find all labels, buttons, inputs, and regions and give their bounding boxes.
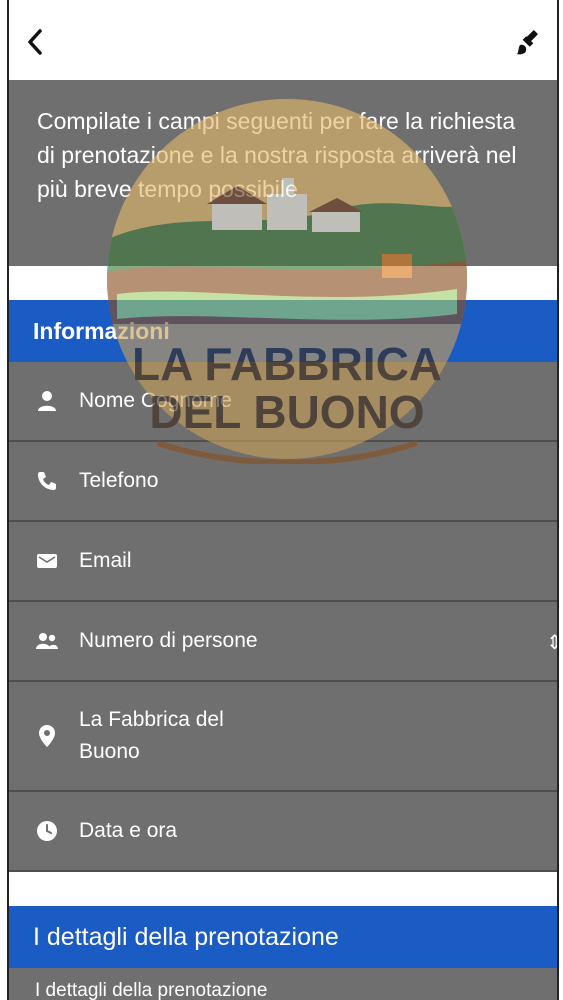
datetime-label: Data e ora (79, 819, 178, 842)
details-textarea[interactable]: I dettagli della prenotazione (9, 968, 557, 1000)
intro-banner: Compilate i campi seguenti per fare la r… (9, 80, 557, 266)
brush-icon (517, 30, 538, 55)
location-field[interactable]: La Fabbrica del Buono (9, 682, 557, 792)
people-count-field[interactable]: Numero di persone ⇕ (9, 602, 557, 682)
top-bar (9, 0, 557, 80)
spacer (9, 266, 557, 302)
people-count-label: Numero di persone (79, 629, 258, 652)
datetime-field[interactable]: Data e ora (9, 792, 557, 872)
stepper-icon[interactable]: ⇕ (546, 630, 557, 655)
details-placeholder: I dettagli della prenotazione (35, 980, 268, 1000)
phone-field[interactable]: Telefono (9, 442, 557, 522)
email-field-label: Email (79, 549, 132, 572)
section-header-info: Informazioni (9, 300, 557, 362)
clock-icon (35, 819, 59, 843)
section-header-details: I dettagli della prenotazione (9, 906, 557, 968)
name-field[interactable]: Nome Cognome (9, 362, 557, 442)
location-label: La Fabbrica del Buono (79, 708, 224, 763)
intro-text: Compilate i campi seguenti per fare la r… (37, 108, 517, 202)
phone-icon (35, 469, 59, 493)
section-title-info: Informazioni (33, 317, 170, 344)
info-form: Nome Cognome Telefono Email Numero di pe… (9, 362, 557, 872)
location-pin-icon (35, 724, 59, 748)
name-field-label: Nome Cognome (79, 389, 232, 412)
group-icon (35, 629, 59, 653)
chevron-left-icon (28, 29, 42, 55)
back-button[interactable] (19, 26, 51, 58)
phone-field-label: Telefono (79, 469, 159, 492)
email-field[interactable]: Email (9, 522, 557, 602)
app-screen: Compilate i campi seguenti per fare la r… (7, 0, 559, 1000)
person-icon (35, 389, 59, 413)
section-title-details: I dettagli della prenotazione (33, 922, 339, 951)
theme-button[interactable] (511, 24, 547, 60)
email-icon (35, 549, 59, 573)
spacer-2 (9, 872, 557, 906)
